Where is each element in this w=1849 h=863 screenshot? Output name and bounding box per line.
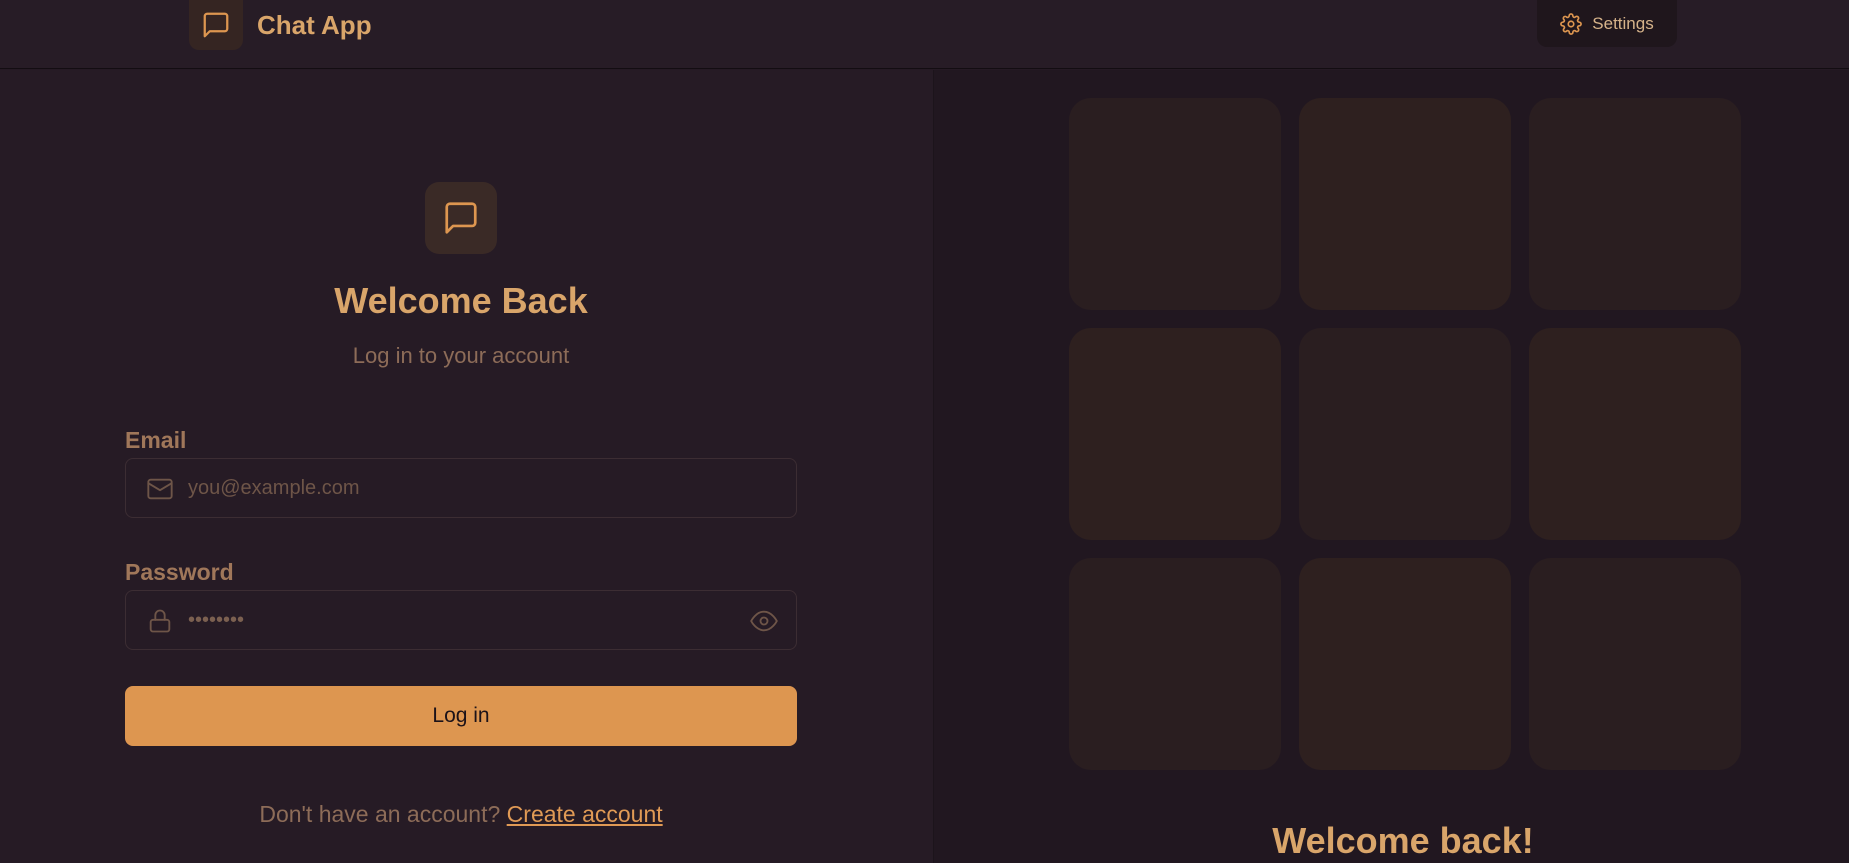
gear-icon	[1560, 12, 1583, 35]
create-account-link[interactable]: Create account	[507, 801, 663, 827]
pattern-tile	[1529, 558, 1741, 770]
top-navbar: Chat App Settings	[0, 0, 1849, 69]
pattern-tile	[1069, 98, 1281, 310]
pattern-title: Welcome back!	[1272, 820, 1534, 861]
password-label: Password	[125, 559, 234, 585]
pattern-tile	[1069, 558, 1281, 770]
login-button[interactable]: Log in	[125, 686, 797, 746]
page-title: Welcome Back	[334, 280, 588, 321]
message-square-icon	[189, 0, 243, 50]
message-square-icon	[425, 182, 497, 254]
pattern-tile	[1069, 328, 1281, 540]
pattern-tile	[1299, 558, 1511, 770]
signup-prompt: Don't have an account?	[259, 801, 507, 827]
eye-icon[interactable]	[748, 606, 780, 636]
brand-link[interactable]: Chat App	[189, 0, 372, 50]
pattern-tile	[1299, 328, 1511, 540]
login-panel: Welcome Back Log in to your account Emai…	[0, 70, 933, 863]
pattern-tile	[1529, 98, 1741, 310]
settings-label: Settings	[1592, 13, 1654, 33]
password-field-wrapper	[125, 590, 797, 650]
page-subtitle: Log in to your account	[352, 343, 570, 368]
password-field[interactable]	[186, 591, 726, 649]
email-field[interactable]	[186, 459, 726, 517]
email-field-wrapper	[125, 458, 797, 518]
lock-icon	[145, 606, 175, 636]
pattern-panel: Welcome back!	[933, 70, 1849, 863]
mail-icon	[145, 474, 175, 504]
email-label: Email	[125, 427, 187, 453]
app-title: Chat App	[257, 9, 372, 40]
settings-button[interactable]: Settings	[1537, 0, 1677, 47]
pattern-tile	[1529, 328, 1741, 540]
signup-prompt-line: Don't have an account? Create account	[0, 801, 922, 828]
pattern-tile	[1299, 98, 1511, 310]
